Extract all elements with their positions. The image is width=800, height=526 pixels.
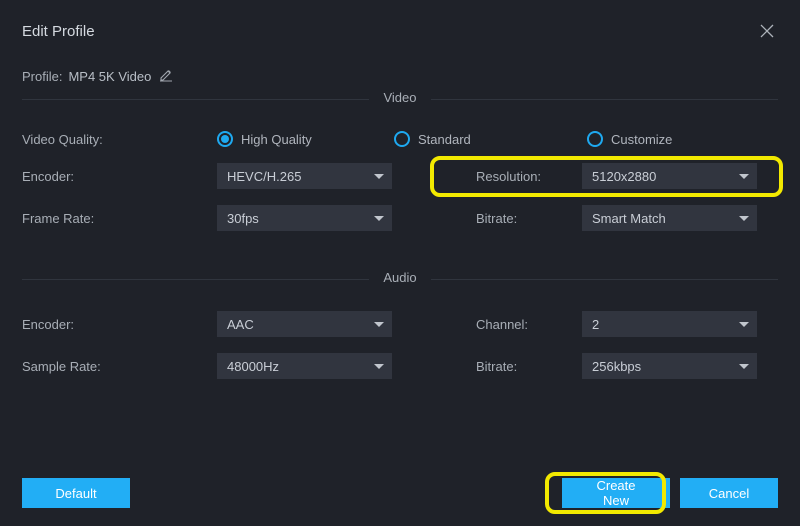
chevron-down-icon <box>374 364 384 369</box>
resolution-value: 5120x2880 <box>592 169 656 184</box>
quality-high-label: High Quality <box>241 132 312 147</box>
resolution-label: Resolution: <box>434 169 582 184</box>
profile-row: Profile: MP4 5K Video <box>22 68 778 85</box>
pencil-icon[interactable] <box>159 68 173 85</box>
audio-bitrate-select[interactable]: 256kbps <box>582 353 757 379</box>
dialog-header: Edit Profile <box>22 20 778 42</box>
radio-icon <box>217 131 233 147</box>
video-quality-radios: High Quality Standard Customize <box>217 131 778 147</box>
dialog-title: Edit Profile <box>22 23 95 40</box>
video-quality-row: Video Quality: High Quality Standard Cus… <box>22 131 778 147</box>
audio-section-header: Audio <box>22 279 778 299</box>
chevron-down-icon <box>739 322 749 327</box>
sample-rate-value: 48000Hz <box>227 359 279 374</box>
quality-customize-radio[interactable]: Customize <box>587 131 672 147</box>
dialog-footer: Default Create New Cancel <box>22 478 778 508</box>
video-encoder-select[interactable]: HEVC/H.265 <box>217 163 392 189</box>
frame-rate-label: Frame Rate: <box>22 211 217 226</box>
video-encoder-label: Encoder: <box>22 169 217 184</box>
sample-rate-label: Sample Rate: <box>22 359 217 374</box>
chevron-down-icon <box>739 364 749 369</box>
framerate-bitrate-row: Frame Rate: 30fps Bitrate: Smart Match <box>22 205 778 231</box>
video-quality-label: Video Quality: <box>22 132 217 147</box>
quality-standard-radio[interactable]: Standard <box>394 131 587 147</box>
channel-select[interactable]: 2 <box>582 311 757 337</box>
radio-icon <box>394 131 410 147</box>
chevron-down-icon <box>739 216 749 221</box>
resolution-select[interactable]: 5120x2880 <box>582 163 757 189</box>
cancel-button[interactable]: Cancel <box>680 478 778 508</box>
chevron-down-icon <box>374 174 384 179</box>
audio-encoder-label: Encoder: <box>22 317 217 332</box>
video-section-header: Video <box>22 99 778 119</box>
quality-high-radio[interactable]: High Quality <box>217 131 394 147</box>
audio-encoder-channel-row: Encoder: AAC Channel: 2 <box>22 311 778 337</box>
audio-bitrate-label: Bitrate: <box>434 359 582 374</box>
video-section-label: Video <box>369 90 430 105</box>
encoder-resolution-row: Encoder: HEVC/H.265 Resolution: 5120x288… <box>22 163 778 189</box>
audio-section-label: Audio <box>369 270 430 285</box>
frame-rate-select[interactable]: 30fps <box>217 205 392 231</box>
chevron-down-icon <box>739 174 749 179</box>
frame-rate-value: 30fps <box>227 211 259 226</box>
quality-customize-label: Customize <box>611 132 672 147</box>
create-new-button[interactable]: Create New <box>562 478 670 508</box>
video-bitrate-value: Smart Match <box>592 211 666 226</box>
chevron-down-icon <box>374 216 384 221</box>
video-encoder-value: HEVC/H.265 <box>227 169 301 184</box>
chevron-down-icon <box>374 322 384 327</box>
quality-standard-label: Standard <box>418 132 471 147</box>
profile-value: MP4 5K Video <box>68 69 151 84</box>
audio-bitrate-value: 256kbps <box>592 359 641 374</box>
channel-value: 2 <box>592 317 599 332</box>
profile-label: Profile: <box>22 69 62 84</box>
audio-encoder-select[interactable]: AAC <box>217 311 392 337</box>
radio-icon <box>587 131 603 147</box>
samplerate-audiobitrate-row: Sample Rate: 48000Hz Bitrate: 256kbps <box>22 353 778 379</box>
channel-label: Channel: <box>434 317 582 332</box>
video-bitrate-label: Bitrate: <box>434 211 582 226</box>
video-bitrate-select[interactable]: Smart Match <box>582 205 757 231</box>
default-button[interactable]: Default <box>22 478 130 508</box>
close-icon[interactable] <box>756 20 778 42</box>
sample-rate-select[interactable]: 48000Hz <box>217 353 392 379</box>
audio-encoder-value: AAC <box>227 317 254 332</box>
